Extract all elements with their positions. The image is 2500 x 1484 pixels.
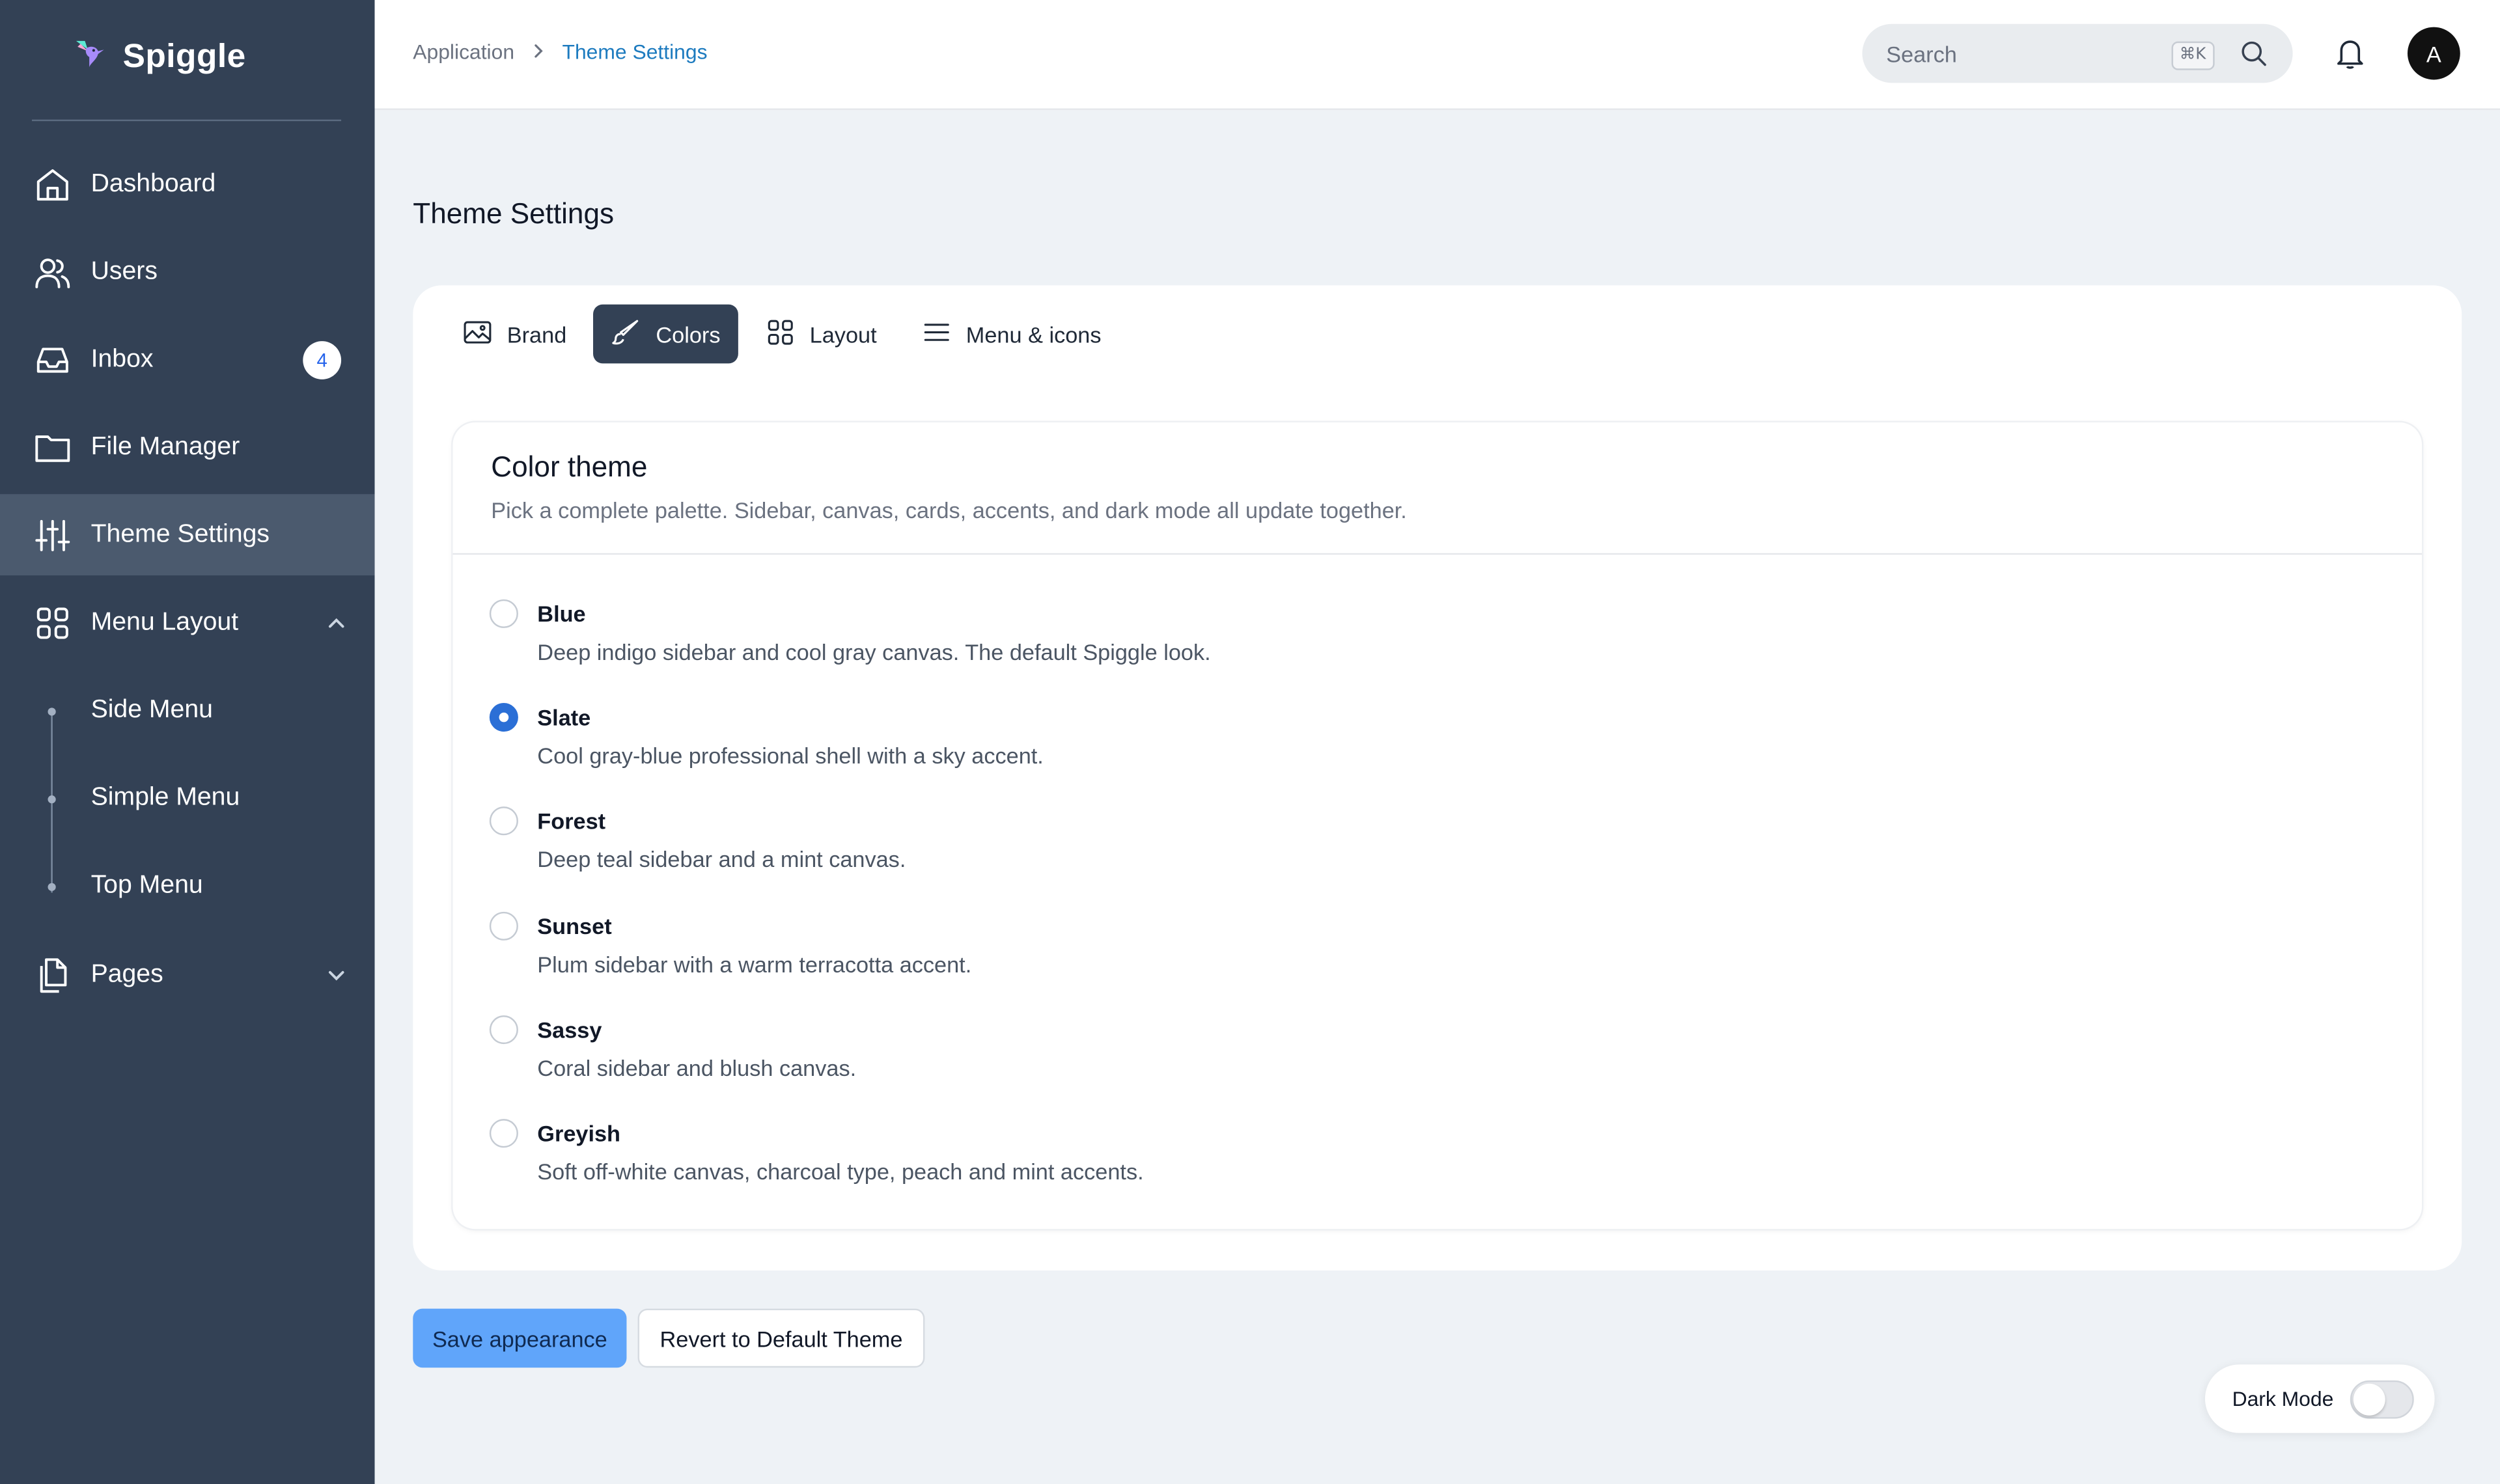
option-description: Coral sidebar and blush canvas.	[537, 1055, 857, 1081]
dark-mode-label: Dark Mode	[2232, 1386, 2334, 1411]
tab-label: Brand	[507, 321, 567, 347]
sidebar-item-label: Dashboard	[90, 169, 216, 197]
option-name: Forest	[537, 808, 606, 834]
search-shortcut-hint: ⌘K	[2171, 41, 2214, 70]
radio-button-selected[interactable]	[489, 703, 518, 732]
submenu-item-top-menu[interactable]: Top Menu	[0, 855, 375, 918]
sidebar-item-file-manager[interactable]: File Manager	[0, 406, 375, 488]
radio-button[interactable]	[489, 911, 518, 941]
divider	[452, 553, 2423, 555]
sidebar-item-label: Inbox	[90, 345, 154, 372]
notification-bell-icon[interactable]	[2333, 35, 2368, 80]
sidebar-item-menu-layout[interactable]: Menu Layout	[0, 582, 375, 663]
avatar[interactable]: A	[2407, 27, 2460, 80]
sidebar-item-label: Users	[90, 257, 158, 285]
sidebar-item-users[interactable]: Users	[0, 231, 375, 312]
sidebar-item-label: Theme Settings	[90, 520, 270, 548]
settings-tabs: Brand Colors Layout Menu & icons	[445, 304, 1128, 364]
tab-label: Layout	[809, 321, 877, 347]
breadcrumb-current: Theme Settings	[562, 40, 708, 64]
dark-mode-control: Dark Mode	[2204, 1364, 2435, 1433]
submenu-item-side-menu[interactable]: Side Menu	[0, 679, 375, 743]
tab-label: Menu & icons	[965, 321, 1102, 347]
inbox-icon	[32, 338, 74, 380]
radio-button[interactable]	[489, 599, 518, 628]
submenu-item-label: Top Menu	[90, 872, 203, 900]
home-icon	[32, 163, 74, 205]
card-title: Color theme	[491, 451, 648, 484]
users-icon	[32, 251, 74, 293]
submenu-item-label: Side Menu	[90, 696, 213, 724]
tab-menu-icons[interactable]: Menu & icons	[904, 305, 1118, 364]
theme-option-greyish[interactable]: Greyish Soft off-white canvas, charcoal …	[489, 1119, 1924, 1208]
breadcrumb: Application Theme Settings	[413, 40, 707, 64]
grid-icon	[765, 316, 796, 351]
chevron-up-icon	[326, 612, 348, 634]
brand-name: Spiggle	[122, 37, 246, 74]
option-description: Cool gray-blue professional shell with a…	[537, 743, 1044, 769]
breadcrumb-parent[interactable]: Application	[413, 40, 514, 64]
sidebar-item-pages[interactable]: Pages	[0, 934, 375, 1015]
option-name: Slate	[537, 704, 591, 730]
radio-button[interactable]	[489, 1119, 518, 1148]
submenu-item-label: Simple Menu	[90, 784, 240, 812]
sliders-icon	[32, 514, 74, 556]
revert-default-theme-button[interactable]: Revert to Default Theme	[637, 1308, 925, 1368]
dark-mode-toggle[interactable]	[2350, 1380, 2414, 1419]
sidebar: Spiggle Dashboard Users Inbox 4 File Man…	[0, 0, 375, 1484]
chevron-right-icon	[531, 40, 546, 64]
inbox-count-badge: 4	[303, 340, 342, 379]
brand[interactable]: Spiggle	[72, 35, 246, 78]
option-name: Blue	[537, 601, 586, 627]
card-subtitle: Pick a complete palette. Sidebar, canvas…	[491, 497, 1407, 523]
tab-brand[interactable]: Brand	[445, 305, 584, 364]
sidebar-item-theme-settings[interactable]: Theme Settings	[0, 494, 375, 576]
theme-option-blue[interactable]: Blue Deep indigo sidebar and cool gray c…	[489, 599, 1924, 689]
color-theme-card: Color theme Pick a complete palette. Sid…	[452, 422, 2423, 1230]
theme-option-sassy[interactable]: Sassy Coral sidebar and blush canvas.	[489, 1015, 1924, 1105]
sidebar-item-dashboard[interactable]: Dashboard	[0, 143, 375, 225]
hummingbird-logo-icon	[72, 35, 107, 78]
search-input[interactable]: Search	[1886, 40, 1957, 66]
option-description: Deep indigo sidebar and cool gray canvas…	[537, 639, 1211, 665]
option-name: Sunset	[537, 913, 612, 939]
sidebar-item-inbox[interactable]: Inbox 4	[0, 319, 375, 400]
search-bar[interactable]: Search ⌘K	[1862, 23, 2293, 83]
pages-icon	[32, 954, 74, 996]
brush-icon	[611, 316, 642, 351]
sidebar-item-label: Pages	[90, 960, 163, 988]
submenu-item-simple-menu[interactable]: Simple Menu	[0, 767, 375, 831]
option-name: Greyish	[537, 1120, 620, 1146]
top-header: Application Theme Settings Search ⌘K A	[374, 0, 2500, 110]
sidebar-item-label: Menu Layout	[90, 608, 239, 635]
theme-option-sunset[interactable]: Sunset Plum sidebar with a warm terracot…	[489, 911, 1924, 1001]
radio-button[interactable]	[489, 806, 518, 836]
image-icon	[462, 316, 493, 351]
search-icon[interactable]	[2238, 38, 2269, 77]
divider	[31, 119, 342, 122]
settings-panel: Brand Colors Layout Menu & icons Color t…	[413, 285, 2462, 1271]
tab-label: Colors	[656, 321, 721, 347]
option-description: Deep teal sidebar and a mint canvas.	[537, 846, 906, 872]
save-appearance-button[interactable]: Save appearance	[413, 1308, 627, 1368]
theme-option-forest[interactable]: Forest Deep teal sidebar and a mint canv…	[489, 806, 1924, 896]
chevron-down-icon	[326, 965, 348, 987]
tab-layout[interactable]: Layout	[747, 305, 894, 364]
option-name: Sassy	[537, 1017, 602, 1043]
menu-icon	[921, 316, 952, 351]
app-window: Spiggle Dashboard Users Inbox 4 File Man…	[0, 0, 2500, 1484]
radio-button[interactable]	[489, 1015, 518, 1045]
theme-option-slate[interactable]: Slate Cool gray-blue professional shell …	[489, 703, 1924, 792]
tab-colors[interactable]: Colors	[593, 304, 738, 364]
option-description: Plum sidebar with a warm terracotta acce…	[537, 952, 972, 978]
grid-icon	[32, 601, 74, 643]
toggle-knob	[2353, 1383, 2385, 1416]
page-title: Theme Settings	[413, 197, 615, 230]
sidebar-item-label: File Manager	[90, 432, 240, 460]
folder-icon	[32, 426, 74, 468]
option-description: Soft off-white canvas, charcoal type, pe…	[537, 1159, 1144, 1185]
